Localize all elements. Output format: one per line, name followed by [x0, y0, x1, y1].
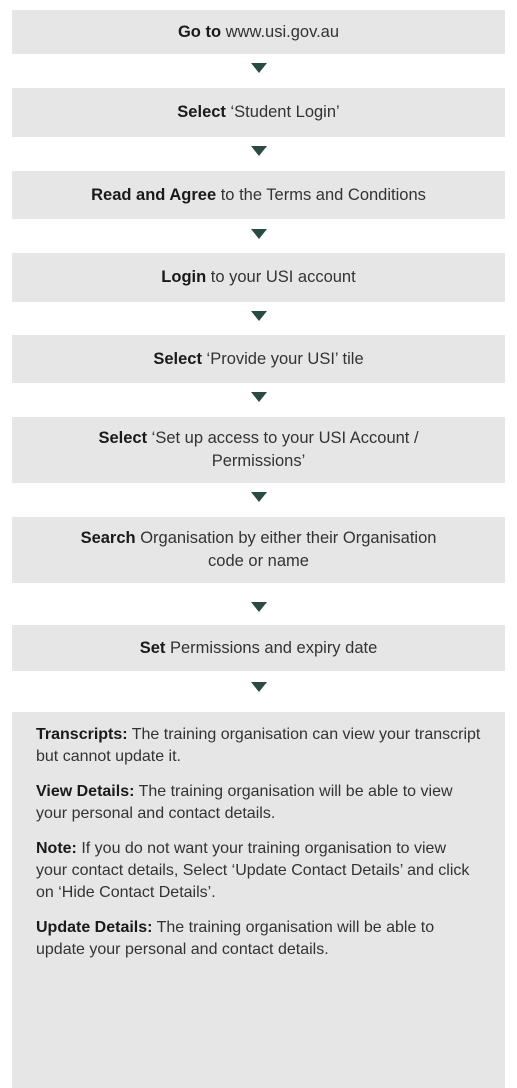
step-search-organisation: Search Organisation by either their Orga… [12, 517, 505, 583]
step-provide-usi-tile: Select ‘Provide your USI’ tile [12, 335, 505, 383]
step-read-and-agree: Read and Agree to the Terms and Conditio… [12, 171, 505, 219]
info-update-details: Update Details: The training organisatio… [36, 917, 481, 961]
step-login: Login to your USI account [12, 253, 505, 302]
down-arrow-icon [251, 682, 267, 692]
info-keyword: View Details: [36, 783, 135, 800]
step-select-student-login: Select ‘Student Login’ [12, 88, 505, 137]
info-view-details: View Details: The training organisation … [36, 781, 481, 825]
step-description: www.usi.gov.au [221, 22, 340, 41]
step-text: Read and Agree to the Terms and Conditio… [91, 184, 426, 207]
step-keyword: Select [98, 429, 148, 447]
down-arrow-icon [251, 146, 267, 156]
step-keyword: Select [177, 103, 226, 121]
step-description: Organisation by either their Organisatio… [135, 529, 437, 570]
step-set-up-access: Select ‘Set up access to your USI Accoun… [12, 417, 505, 483]
info-keyword: Update Details: [36, 919, 153, 936]
step-go-to-website: Go to www.usi.gov.au [12, 10, 505, 54]
step-keyword: Go to [177, 22, 222, 41]
permissions-info-box: Transcripts: The training organisation c… [12, 712, 505, 1088]
step-text: Search Organisation by either their Orga… [72, 527, 445, 573]
step-keyword: Select [153, 349, 202, 368]
step-text: Select ‘Provide your USI’ tile [153, 348, 363, 371]
step-text: Go to www.usi.gov.au [178, 21, 339, 44]
down-arrow-icon [251, 63, 267, 73]
info-keyword: Transcripts: [36, 726, 128, 743]
step-keyword: Login [161, 268, 207, 286]
down-arrow-icon [251, 311, 267, 321]
down-arrow-icon [251, 229, 267, 239]
down-arrow-icon [251, 602, 267, 612]
step-text: Login to your USI account [161, 266, 355, 289]
info-description: If you do not want your training organis… [36, 840, 470, 901]
step-text: Select ‘Student Login’ [177, 101, 339, 124]
step-keyword: Search [80, 529, 136, 547]
step-description: ‘Student Login’ [225, 103, 340, 121]
step-description: ‘Set up access to your USI Account / Per… [147, 429, 419, 470]
step-keyword: Set [139, 638, 166, 657]
step-description: to your USI account [206, 268, 356, 286]
step-description: ‘Provide your USI’ tile [201, 349, 364, 368]
step-text: Set Permissions and expiry date [140, 637, 378, 660]
usi-permissions-flowchart: Go to www.usi.gov.au Select ‘Student Log… [0, 0, 517, 1088]
step-text: Select ‘Set up access to your USI Accoun… [82, 427, 435, 473]
info-note: Note: If you do not want your training o… [36, 838, 481, 904]
step-description: Permissions and expiry date [165, 638, 378, 657]
down-arrow-icon [251, 492, 267, 502]
step-keyword: Read and Agree [91, 185, 217, 204]
step-description: to the Terms and Conditions [216, 185, 426, 204]
info-keyword: Note: [36, 840, 77, 857]
down-arrow-icon [251, 392, 267, 402]
step-set-permissions: Set Permissions and expiry date [12, 625, 505, 671]
info-transcripts: Transcripts: The training organisation c… [36, 724, 481, 768]
